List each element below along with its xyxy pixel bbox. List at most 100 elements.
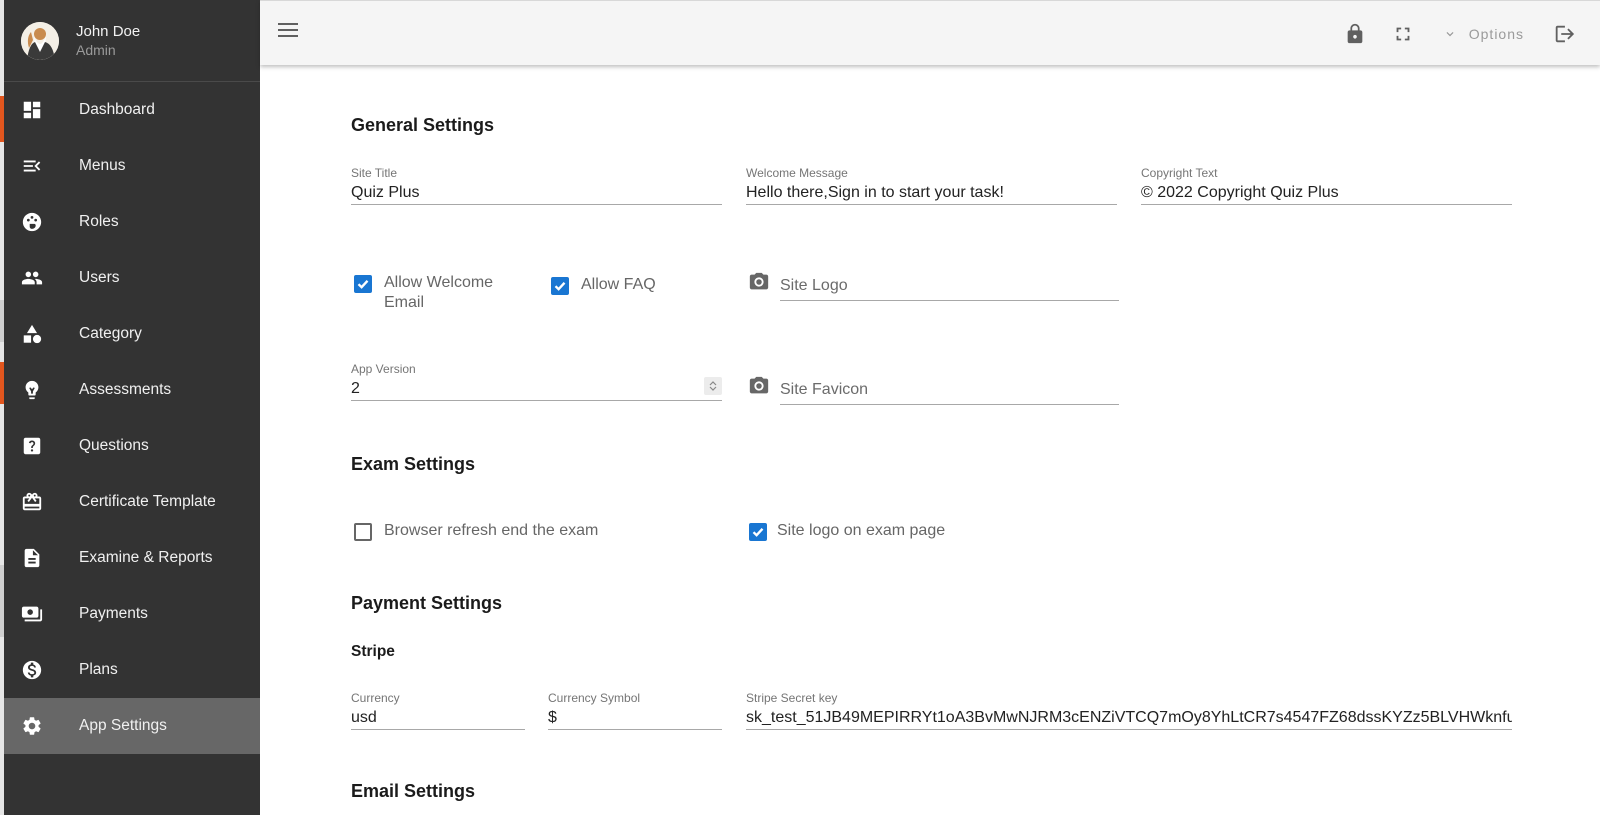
sidebar-item-label: Menus <box>79 157 126 174</box>
allow-welcome-email-checkbox[interactable]: Allow Welcome Email <box>354 273 514 313</box>
sidebar-item-label: Category <box>79 325 142 342</box>
sidebar-item-label: App Settings <box>79 717 167 734</box>
checkbox-checked-icon <box>551 277 569 295</box>
menu-toggle-button[interactable] <box>278 23 298 41</box>
browser-refresh-checkbox[interactable]: Browser refresh end the exam <box>354 521 598 541</box>
certificate-icon <box>21 491 43 513</box>
copyright-text-field: Copyright Text <box>1141 165 1512 205</box>
sidebar-item-label: Roles <box>79 213 119 230</box>
number-stepper[interactable] <box>704 377 722 395</box>
sidebar-item-menus[interactable]: Menus <box>4 138 260 194</box>
site-title-input[interactable] <box>351 181 722 205</box>
menu-open-icon <box>21 155 43 177</box>
sidebar-item-label: Assessments <box>79 381 172 398</box>
copyright-text-label: Copyright Text <box>1141 166 1218 180</box>
logout-icon <box>1555 25 1575 42</box>
sidebar-item-payments[interactable]: Payments <box>4 586 260 642</box>
app-version-label: App Version <box>351 362 416 376</box>
document-icon <box>21 547 43 569</box>
sidebar-item-label: Plans <box>79 661 118 678</box>
copyright-text-input[interactable] <box>1141 181 1512 205</box>
avatar <box>21 21 59 60</box>
currency-symbol-input[interactable] <box>548 706 722 730</box>
stripe-secret-key-input[interactable] <box>746 706 1512 730</box>
site-favicon-input[interactable]: Site Favicon <box>780 379 1119 405</box>
allow-faq-checkbox[interactable]: Allow FAQ <box>551 275 656 295</box>
site-favicon-field: Site Favicon <box>748 375 1119 405</box>
sidebar-item-label: Certificate Template <box>79 493 216 510</box>
hamburger-icon-line <box>278 35 298 37</box>
currency-symbol-label: Currency Symbol <box>548 691 641 705</box>
payments-icon <box>21 603 43 625</box>
site-logo-exam-checkbox[interactable]: Site logo on exam page <box>749 521 945 541</box>
user-role: Admin <box>76 42 116 58</box>
checkbox-unchecked-icon <box>354 523 372 541</box>
sidebar-item-label: Questions <box>79 437 149 454</box>
hamburger-icon-line <box>278 29 298 31</box>
logout-button[interactable] <box>1552 22 1576 46</box>
allow-welcome-email-label: Allow Welcome Email <box>384 274 494 311</box>
sidebar-item-users[interactable]: Users <box>4 250 260 306</box>
user-profile[interactable]: John Doe Admin <box>4 0 260 82</box>
payment-settings-heading: Payment Settings <box>351 593 503 613</box>
currency-label: Currency <box>351 691 400 705</box>
sidebar-item-certificate-template[interactable]: Certificate Template <box>4 474 260 530</box>
camera-icon <box>748 375 770 397</box>
fullscreen-button[interactable] <box>1391 22 1415 46</box>
roles-icon <box>21 211 43 233</box>
dashboard-icon <box>21 99 43 121</box>
lock-button[interactable] <box>1343 22 1367 46</box>
user-name: John Doe <box>76 23 141 40</box>
sidebar-item-plans[interactable]: Plans <box>4 642 260 698</box>
app-version-field: App Version <box>351 361 722 401</box>
sidebar-item-label: Payments <box>79 605 148 622</box>
sidebar-item-category[interactable]: Category <box>4 306 260 362</box>
users-icon <box>21 267 43 289</box>
options-label: Options <box>1468 25 1524 42</box>
sidebar-item-roles[interactable]: Roles <box>4 194 260 250</box>
question-icon <box>21 435 43 457</box>
app-version-input[interactable] <box>351 377 722 401</box>
sidebar: John Doe Admin Dashboard Menus Roles Use… <box>4 0 260 815</box>
lock-icon <box>1347 23 1363 43</box>
welcome-message-label: Welcome Message <box>746 166 848 180</box>
lightbulb-icon <box>21 379 43 401</box>
gear-icon <box>21 715 43 737</box>
site-title-field: Site Title <box>351 165 722 205</box>
sidebar-item-dashboard[interactable]: Dashboard <box>4 82 260 138</box>
options-dropdown[interactable]: Options <box>1443 26 1524 42</box>
site-logo-input[interactable]: Site Logo <box>780 275 1119 301</box>
exam-settings-heading: Exam Settings <box>351 454 476 474</box>
category-icon <box>21 323 43 345</box>
stripe-secret-key-label: Stripe Secret key <box>746 691 838 705</box>
checkbox-checked-icon <box>354 275 372 293</box>
site-logo-exam-label: Site logo on exam page <box>777 522 946 539</box>
topbar-actions: Options <box>1343 1 1600 66</box>
email-settings-heading: Email Settings <box>351 781 476 801</box>
currency-symbol-field: Currency Symbol <box>548 690 722 730</box>
camera-icon <box>748 271 770 293</box>
site-title-label: Site Title <box>351 166 398 180</box>
browser-refresh-label: Browser refresh end the exam <box>384 522 599 539</box>
chevron-down-icon <box>709 386 717 391</box>
checkbox-checked-icon <box>749 523 767 541</box>
sidebar-nav: Dashboard Menus Roles Users Category Ass… <box>4 82 260 754</box>
site-logo-field: Site Logo <box>748 271 1119 301</box>
sidebar-item-examine-reports[interactable]: Examine & Reports <box>4 530 260 586</box>
fullscreen-icon <box>1396 27 1410 40</box>
sidebar-item-assessments[interactable]: Assessments <box>4 362 260 418</box>
stripe-secret-key-field: Stripe Secret key <box>746 690 1512 730</box>
chevron-down-icon <box>1446 31 1454 36</box>
allow-faq-label: Allow FAQ <box>581 276 656 293</box>
stripe-heading: Stripe <box>351 643 395 660</box>
sidebar-item-label: Examine & Reports <box>79 549 213 566</box>
sidebar-item-label: Dashboard <box>79 101 155 118</box>
sidebar-item-questions[interactable]: Questions <box>4 418 260 474</box>
welcome-message-input[interactable] <box>746 181 1117 205</box>
hamburger-icon <box>278 23 298 25</box>
currency-input[interactable] <box>351 706 525 730</box>
top-bar: Options <box>260 0 1600 65</box>
sidebar-item-app-settings[interactable]: App Settings <box>4 698 260 754</box>
welcome-message-field: Welcome Message <box>746 165 1117 205</box>
dollar-icon <box>21 659 43 681</box>
